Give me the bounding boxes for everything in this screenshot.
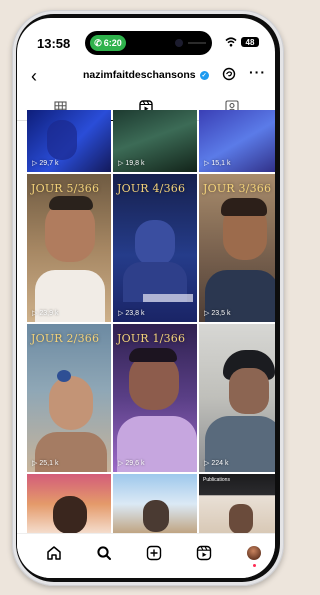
reel-figure [49, 376, 93, 430]
username[interactable]: nazimfaitdeschansons ✓ [83, 69, 209, 81]
reel-caption: JOUR 2/366 [31, 332, 100, 345]
play-icon: ▷ [118, 160, 124, 167]
reel-tile[interactable]: ▷ 29,7 k [27, 110, 111, 172]
reel-caption: JOUR 1/366 [117, 332, 186, 345]
camera-icon [175, 39, 183, 47]
view-count: ▷ 23,8 k [118, 309, 145, 318]
more-options-icon[interactable]: ··· [249, 64, 266, 80]
reel-caption: Publications [203, 477, 230, 483]
battery-level: 48 [245, 37, 255, 47]
verified-badge-icon: ✓ [199, 70, 209, 80]
reel-figure [53, 496, 87, 534]
reel-figure [221, 198, 267, 216]
back-icon[interactable]: ‹ [31, 66, 37, 86]
view-count: ▷ 23,5 k [204, 309, 231, 318]
reel-caption: JOUR 3/366 [203, 182, 272, 195]
reel-figure [129, 354, 179, 410]
status-bar: 13:58 ✆ 6:20 48 [17, 18, 275, 58]
nav-search[interactable] [94, 543, 114, 563]
bottom-navbar [17, 533, 275, 578]
nav-home[interactable] [44, 543, 64, 563]
reel-caption: JOUR 4/366 [117, 182, 186, 195]
reel-tile[interactable] [113, 474, 197, 534]
nav-reels[interactable] [194, 543, 214, 563]
reel-figure [129, 348, 177, 362]
status-time: 13:58 [37, 36, 71, 51]
search-icon [97, 546, 111, 560]
play-icon: ▷ [204, 160, 210, 167]
threads-icon[interactable] [222, 67, 236, 81]
reel-tile[interactable]: ▷ 15,1 k [199, 110, 275, 172]
reel-figure [143, 500, 169, 532]
reel-tile[interactable]: JOUR 2/366 ▷ 25,1 k [27, 324, 111, 472]
call-time: 6:20 [103, 38, 122, 48]
username-label: nazimfaitdeschansons [83, 69, 196, 81]
phone-icon: ✆ [94, 37, 102, 48]
status-right: 48 [225, 37, 259, 47]
reel-caption: JOUR 5/366 [31, 182, 100, 195]
reel-figure [135, 220, 175, 266]
reels-icon [196, 545, 212, 561]
reel-tile[interactable] [27, 474, 111, 534]
reel-tile[interactable]: Publications [199, 474, 275, 534]
reel-tile[interactable]: ▷ 224 k [199, 324, 275, 472]
plus-square-icon [146, 545, 162, 561]
reel-tile[interactable]: ▷ 19,8 k [113, 110, 197, 172]
play-icon: ▷ [204, 310, 210, 317]
view-count: ▷ 25,1 k [32, 459, 59, 468]
reel-figure [229, 504, 253, 534]
reel-tile[interactable]: JOUR 1/366 ▷ 29,6 k [113, 324, 197, 472]
view-count: ▷ 23,9 k [32, 309, 59, 318]
keyboard [143, 294, 193, 302]
reel-tile[interactable]: JOUR 4/366 ▷ 23,8 k [113, 174, 197, 322]
reel-tile[interactable]: JOUR 3/366 ▷ 23,5 k [199, 174, 275, 322]
view-count: ▷ 15,1 k [204, 159, 231, 168]
battery-icon: 48 [241, 37, 259, 47]
play-icon: ▷ [32, 460, 38, 467]
avatar [247, 546, 261, 560]
dynamic-island[interactable]: ✆ 6:20 [85, 31, 212, 55]
view-count: ▷ 29,7 k [32, 159, 59, 168]
reel-figure [47, 120, 77, 160]
play-icon: ▷ [118, 310, 124, 317]
play-icon: ▷ [32, 310, 38, 317]
nav-create[interactable] [144, 543, 164, 563]
reel-figure [45, 202, 95, 262]
profile-header: ‹ nazimfaitdeschansons ✓ ··· [17, 64, 275, 90]
reel-figure [49, 196, 93, 210]
view-count: ▷ 19,8 k [118, 159, 145, 168]
play-icon: ▷ [204, 460, 210, 467]
screen: 13:58 ✆ 6:20 48 ‹ nazimfaitdeschansons ✓ [17, 18, 275, 578]
play-icon: ▷ [32, 160, 38, 167]
reel-figure [229, 368, 269, 414]
view-count: ▷ 29,6 k [118, 459, 145, 468]
reel-tile[interactable]: JOUR 5/366 ▷ 23,9 k [27, 174, 111, 322]
activity-indicator [188, 42, 206, 44]
reel-figure [57, 370, 71, 382]
call-indicator[interactable]: ✆ 6:20 [90, 35, 126, 51]
nav-profile[interactable] [244, 543, 264, 567]
play-icon: ▷ [118, 460, 124, 467]
view-count: ▷ 224 k [204, 459, 229, 468]
wifi-icon [225, 37, 237, 47]
notification-dot [253, 564, 256, 567]
home-icon [47, 546, 61, 560]
